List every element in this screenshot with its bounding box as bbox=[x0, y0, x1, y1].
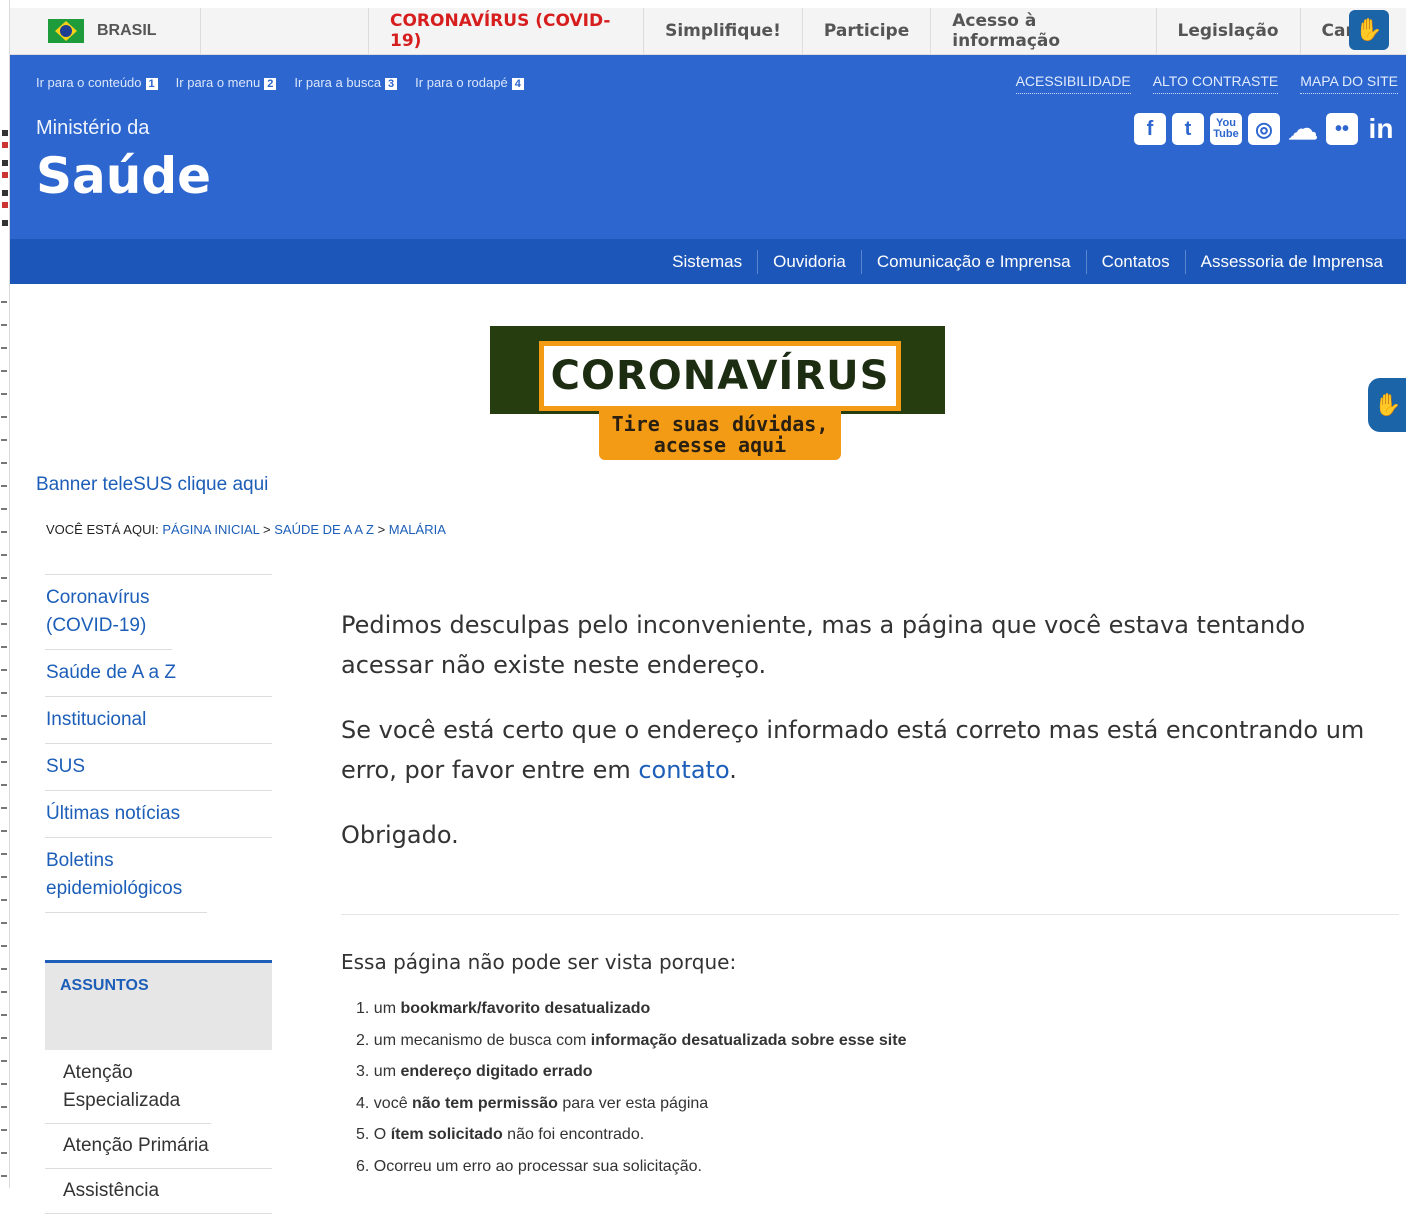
content-divider bbox=[341, 914, 1399, 915]
services-bar: Sistemas Ouvidoria Comunicação e Imprens… bbox=[10, 239, 1406, 284]
breadcrumb-prefix: VOCÊ ESTÁ AQUI: bbox=[46, 522, 159, 537]
contact-link[interactable]: contato bbox=[638, 756, 729, 784]
skip-link-content[interactable]: Ir para o conteúdo 1 bbox=[36, 75, 158, 90]
list-item: 6. Ocorreu um erro ao processar sua soli… bbox=[356, 1157, 702, 1175]
error-paragraph-2-text: Se você está certo que o endereço inform… bbox=[341, 716, 1365, 784]
brasil-link[interactable]: BRASIL bbox=[10, 8, 201, 54]
gov-link-simplifique[interactable]: Simplifique! bbox=[643, 8, 802, 54]
high-contrast-link[interactable]: ALTO CONTRASTE bbox=[1152, 73, 1279, 94]
breadcrumb-home[interactable]: PÁGINA INICIAL bbox=[162, 522, 259, 537]
left-ruler-ticks bbox=[1, 280, 7, 1180]
gov-links: CORONAVÍRUS (COVID-19) Simplifique! Part… bbox=[368, 8, 1406, 54]
side-nav-item-institucional[interactable]: Institucional bbox=[45, 697, 272, 744]
reasons-title: Essa página não pode ser vista porque: bbox=[341, 950, 737, 974]
sign-language-hands-icon[interactable]: ✋ bbox=[1349, 10, 1389, 50]
breadcrumb-saude-a-z[interactable]: SAÚDE DE A A Z bbox=[274, 522, 374, 537]
banner-subtitle-line2: acesse aqui bbox=[653, 433, 787, 457]
side-nav-item-saude-a-z[interactable]: Saúde de A a Z bbox=[45, 650, 272, 697]
gov-link-legislacao[interactable]: Legislação bbox=[1155, 8, 1300, 54]
instagram-icon[interactable]: ◎ bbox=[1248, 113, 1280, 145]
left-edge-marks bbox=[2, 130, 8, 230]
reasons-list: 1. um bookmark/favorito desatualizado 2.… bbox=[356, 1000, 906, 1189]
list-item: 2. um mecanismo de busca com informação … bbox=[356, 1031, 907, 1049]
list-item: 5. O ítem solicitado não foi encontrado. bbox=[356, 1126, 645, 1143]
side-nav-item-coronavirus[interactable]: Coronavírus (COVID-19) bbox=[45, 575, 172, 650]
skip-link-footer[interactable]: Ir para o rodapé 4 bbox=[415, 75, 524, 90]
accessibility-link[interactable]: ACESSIBILIDADE bbox=[1015, 73, 1131, 94]
service-link-contatos[interactable]: Contatos bbox=[1085, 249, 1185, 274]
error-paragraph-1: Pedimos desculpas pelo inconveniente, ma… bbox=[341, 611, 1306, 679]
site-title[interactable]: Saúde bbox=[36, 147, 211, 205]
thanks-text: Obrigado. bbox=[341, 821, 459, 849]
assuntos-title: ASSUNTOS bbox=[60, 977, 149, 994]
list-item: 4. você não tem permissão para ver esta … bbox=[356, 1094, 709, 1112]
sign-language-widget-icon[interactable]: ✋ bbox=[1368, 378, 1406, 432]
twitter-icon[interactable]: t bbox=[1172, 113, 1204, 145]
skip-link-search[interactable]: Ir para a busca 3 bbox=[294, 75, 398, 90]
service-link-sistemas[interactable]: Sistemas bbox=[657, 250, 757, 274]
ministry-line: Ministério da bbox=[36, 117, 150, 139]
service-link-ouvidoria[interactable]: Ouvidoria bbox=[757, 249, 861, 274]
banner-title: CORONAVÍRUS bbox=[539, 341, 901, 411]
error-paragraph-2: Se você está certo que o endereço inform… bbox=[341, 710, 1399, 790]
list-item: 1. um bookmark/favorito desatualizado bbox=[356, 1000, 651, 1017]
side-nav-item-boletins[interactable]: Boletins epidemiológicos bbox=[45, 838, 207, 913]
error-message: Pedimos desculpas pelo inconveniente, ma… bbox=[341, 605, 1399, 880]
skip-link-menu[interactable]: Ir para o menu 2 bbox=[176, 75, 277, 90]
assuntos-item-atencao-primaria[interactable]: Atenção Primária bbox=[45, 1124, 272, 1169]
facebook-icon[interactable]: f bbox=[1134, 113, 1166, 145]
skip-links: Ir para o conteúdo 1 Ir para o menu 2 Ir p… bbox=[36, 75, 524, 90]
gov-top-bar: BRASIL CORONAVÍRUS (COVID-19) Simplifiqu… bbox=[10, 8, 1406, 55]
breadcrumb: VOCÊ ESTÁ AQUI: PÁGINA INICIAL > SAÚDE D… bbox=[46, 522, 446, 537]
coronavirus-banner[interactable]: CORONAVÍRUS bbox=[490, 326, 945, 414]
breadcrumb-separator: > bbox=[263, 522, 271, 537]
assuntos-item-assistencia[interactable]: Assistência bbox=[45, 1169, 272, 1214]
error-paragraph-2-end: . bbox=[729, 756, 737, 784]
breadcrumb-malaria[interactable]: MALÁRIA bbox=[389, 522, 446, 537]
side-nav-item-ultimas-noticias[interactable]: Últimas notícias bbox=[45, 791, 272, 838]
banner-subtitle-line1: Tire suas dúvidas, bbox=[611, 412, 829, 436]
banner-subtitle[interactable]: Tire suas dúvidas, acesse aqui bbox=[599, 410, 841, 460]
cloud-icon[interactable]: ☁ bbox=[1286, 113, 1320, 146]
service-link-assessoria[interactable]: Assessoria de Imprensa bbox=[1184, 249, 1398, 274]
list-item: 3. um endereço digitado errado bbox=[356, 1063, 593, 1080]
breadcrumb-separator: > bbox=[377, 522, 386, 537]
site-map-link[interactable]: MAPA DO SITE bbox=[1300, 73, 1398, 94]
telesus-link[interactable]: Banner teleSUS clique aqui bbox=[36, 474, 268, 496]
header-top-links: ACESSIBILIDADE ALTO CONTRASTE MAPA DO SI… bbox=[1015, 73, 1398, 94]
site-header: Ir para o conteúdo 1 Ir para o menu 2 Ir p… bbox=[10, 55, 1406, 239]
side-nav-item-sus[interactable]: SUS bbox=[45, 744, 272, 791]
service-link-comunicacao[interactable]: Comunicação e Imprensa bbox=[860, 249, 1086, 274]
assuntos-item-atencao-especializada[interactable]: Atenção Especializada bbox=[45, 1051, 211, 1124]
assuntos-nav: Atenção Especializada Atenção Primária A… bbox=[45, 1051, 272, 1214]
gov-link-coronavirus[interactable]: CORONAVÍRUS (COVID-19) bbox=[368, 8, 643, 54]
side-nav: Coronavírus (COVID-19) Saúde de A a Z In… bbox=[45, 574, 272, 913]
brasil-label: BRASIL bbox=[97, 22, 157, 39]
social-icons: f t You Tube ◎ ☁ •• in bbox=[1134, 113, 1398, 146]
linkedin-icon[interactable]: in bbox=[1364, 113, 1398, 145]
brazil-flag-icon bbox=[48, 19, 84, 43]
assuntos-header: ASSUNTOS bbox=[45, 960, 272, 1050]
youtube-icon[interactable]: You Tube bbox=[1210, 113, 1242, 145]
gov-link-participe[interactable]: Participe bbox=[801, 8, 930, 54]
gov-link-acesso-informacao[interactable]: Acesso à informação bbox=[930, 8, 1155, 54]
flickr-icon[interactable]: •• bbox=[1326, 113, 1358, 145]
